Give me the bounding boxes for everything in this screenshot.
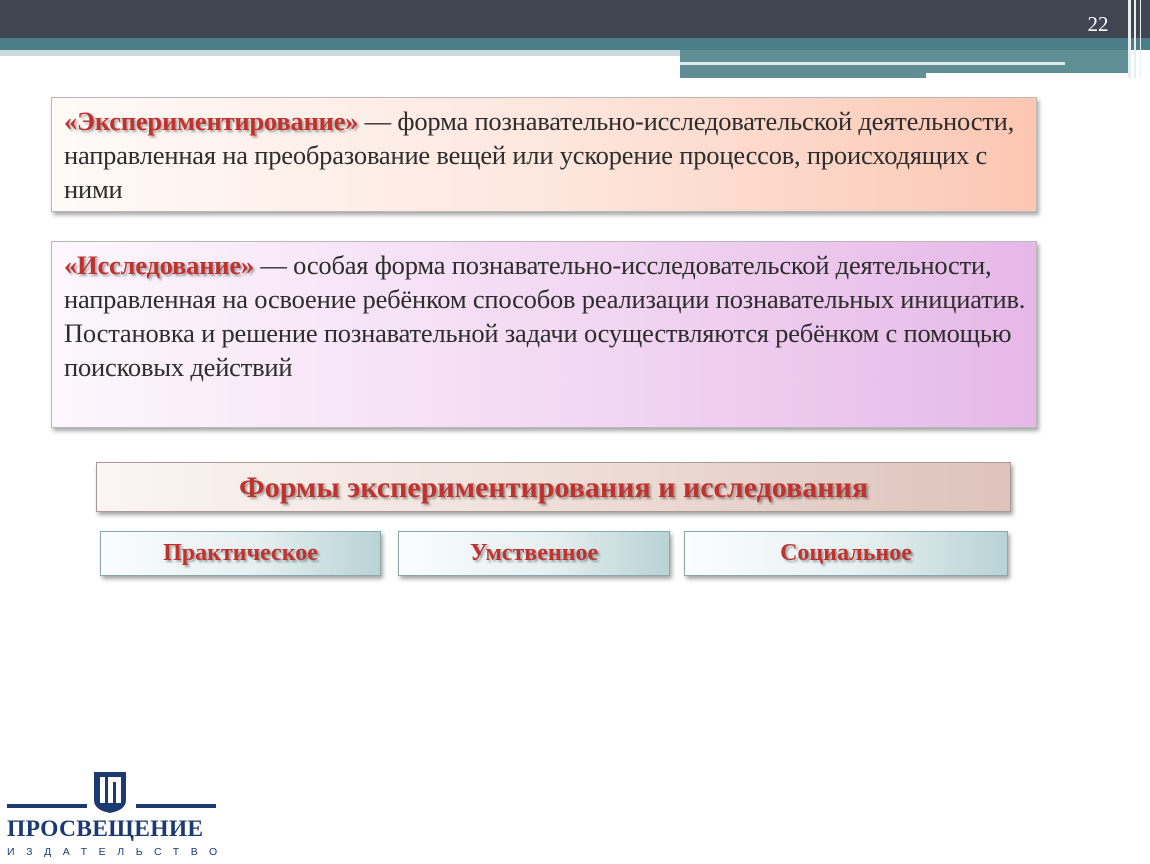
slide-number: 22 xyxy=(1087,12,1109,36)
logo-bar-right xyxy=(136,804,216,808)
definition-research: «Исследование» — особая форма познавател… xyxy=(51,241,1037,428)
header-right-line xyxy=(680,62,1065,65)
form-mental-box: Умственное xyxy=(398,531,670,576)
logo-bar-left xyxy=(7,804,87,808)
prosveshchenie-emblem-icon xyxy=(94,772,126,813)
header-vertical-line xyxy=(1128,0,1131,78)
header-light-stripe xyxy=(0,50,680,56)
definition-term: «Исследование» xyxy=(64,250,254,280)
form-social-box: Социальное xyxy=(684,531,1008,576)
logo-name: ПРОСВЕЩЕНИЕ xyxy=(7,816,204,842)
header-vertical-line xyxy=(1140,0,1141,78)
header-dark-band xyxy=(0,0,1150,38)
header-teal-band xyxy=(0,38,1150,50)
definition-experimentation: «Экспериментирование» — форма познавател… xyxy=(51,97,1037,212)
header-right-line xyxy=(926,73,1130,78)
definition-term: «Экспериментирование» xyxy=(64,106,359,136)
publisher-logo: ПРОСВЕЩЕНИЕ ИЗДАТЕЛЬСТВО xyxy=(0,768,222,864)
logo-subtitle: ИЗДАТЕЛЬСТВО xyxy=(7,846,229,858)
forms-title: Формы экспериментирования и исследования xyxy=(96,462,1011,512)
form-practical-box: Практическое xyxy=(100,531,381,576)
header-vertical-line xyxy=(1134,0,1136,78)
